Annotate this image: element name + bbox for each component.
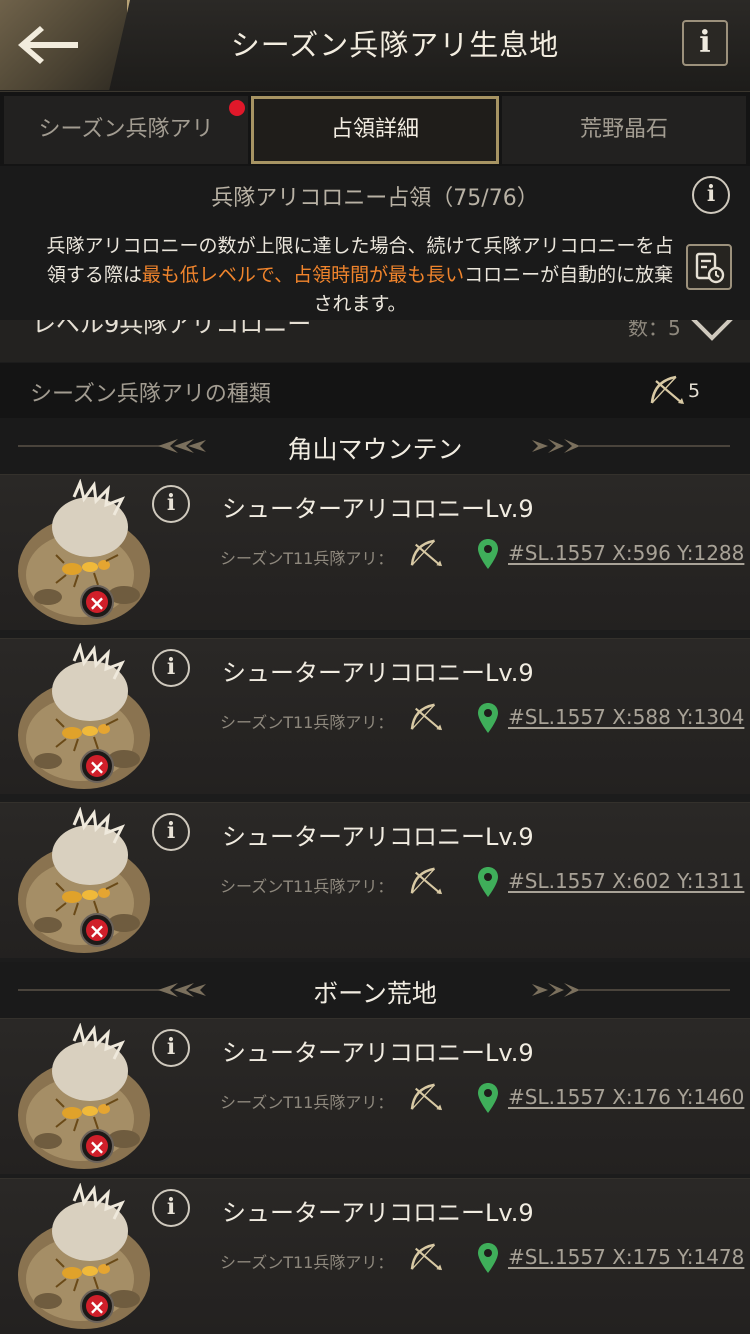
colony-coordinates-link[interactable]: #SL.1557 X:588 Y:1304 — [508, 705, 744, 729]
location-pin-icon — [478, 703, 498, 733]
location-pin-icon — [478, 1243, 498, 1273]
occupy-desc-highlight: 最も低レベルで、占領時間が最も長い — [141, 264, 465, 286]
bow-icon — [410, 1083, 443, 1111]
tab-bar: シーズン兵隊アリ 占領詳細 荒野晶石 — [0, 92, 750, 166]
back-arrow-icon — [18, 26, 78, 64]
colony-ant-type: シーズンT11兵隊アリ： — [220, 549, 394, 568]
colony-name: シューターアリコロニーLv.9 — [222, 1199, 534, 1227]
colony-ant-type: シーズンT11兵隊アリ： — [220, 877, 394, 896]
chevron-down-icon — [691, 320, 733, 341]
remove-label: × — [88, 919, 106, 943]
colony-coordinates-link[interactable]: #SL.1557 X:175 Y:1478 — [508, 1245, 744, 1269]
remove-colony-button[interactable]: × — [80, 913, 114, 947]
colony-info-button[interactable]: i — [152, 649, 190, 687]
page-title: シーズン兵隊アリ生息地 — [230, 28, 560, 62]
remove-colony-button[interactable]: × — [80, 1289, 114, 1323]
colony-name: シューターアリコロニーLv.9 — [222, 495, 534, 523]
colony-info-button[interactable]: i — [152, 1029, 190, 1067]
location-pin-icon — [478, 1083, 498, 1113]
tab-wild-crystal[interactable]: 荒野晶石 — [502, 96, 746, 164]
ant-types-label: シーズン兵隊アリの種類 — [30, 382, 271, 407]
colony-ant-type: シーズンT11兵隊アリ： — [220, 1253, 394, 1272]
level-group-label: レベル9兵隊アリコロニー — [32, 320, 312, 338]
bow-icon — [410, 703, 443, 731]
colony-name: シューターアリコロニーLv.9 — [222, 659, 534, 687]
remove-label: × — [88, 755, 106, 779]
colony-card[interactable]: × i シューターアリコロニーLv.9 シーズンT11兵隊アリ： #SL.155… — [0, 474, 750, 630]
ornament-right-icon — [532, 983, 730, 997]
tab-season-ants[interactable]: シーズン兵隊アリ — [4, 96, 248, 164]
occupy-description: 兵隊アリコロニーの数が上限に達した場合、続けて兵隊アリコロニーを占領する際は最も… — [40, 232, 680, 319]
colony-ant-type: シーズンT11兵隊アリ： — [220, 713, 394, 732]
bow-icon — [410, 539, 443, 567]
top-bar: シーズン兵隊アリ生息地 i — [0, 0, 750, 92]
section-header: ボーン荒地 — [0, 962, 750, 1018]
remove-label: × — [88, 591, 106, 615]
occupy-title: 兵隊アリコロニー占領（75/76） — [211, 186, 539, 211]
notification-dot — [229, 100, 245, 116]
back-button[interactable] — [0, 0, 130, 90]
bow-icon — [410, 867, 443, 895]
colony-coordinates-link[interactable]: #SL.1557 X:596 Y:1288 — [508, 541, 744, 565]
colony-coordinates-link[interactable]: #SL.1557 X:176 Y:1460 — [508, 1085, 744, 1109]
ornament-right-icon — [532, 439, 730, 453]
colony-card[interactable]: × i シューターアリコロニーLv.9 シーズンT11兵隊アリ： #SL.155… — [0, 638, 750, 794]
location-pin-icon — [478, 539, 498, 569]
tab-occupy-details[interactable]: 占領詳細 — [251, 96, 499, 164]
colony-info-button[interactable]: i — [152, 485, 190, 523]
colony-name: シューターアリコロニーLv.9 — [222, 1039, 534, 1067]
remove-colony-button[interactable]: × — [80, 1129, 114, 1163]
ant-types-count: 5 — [688, 380, 701, 402]
occupy-panel: 兵隊アリコロニー占領（75/76） i 兵隊アリコロニーの数が上限に達した場合、… — [0, 166, 750, 320]
occupy-info-button[interactable]: i — [692, 176, 730, 214]
colony-coordinates-link[interactable]: #SL.1557 X:602 Y:1311 — [508, 869, 744, 893]
info-button[interactable]: i — [682, 20, 728, 66]
ant-types-row: シーズン兵隊アリの種類 5 — [0, 363, 750, 418]
location-pin-icon — [478, 867, 498, 897]
colony-name: シューターアリコロニーLv.9 — [222, 823, 534, 851]
section-header: 角山マウンテン — [0, 418, 750, 474]
bow-icon — [410, 1243, 443, 1271]
colony-card[interactable]: × i シューターアリコロニーLv.9 シーズンT11兵隊アリ： #SL.155… — [0, 1018, 750, 1174]
history-log-icon — [695, 252, 725, 284]
remove-label: × — [88, 1135, 106, 1159]
colony-card[interactable]: × i シューターアリコロニーLv.9 シーズンT11兵隊アリ： #SL.155… — [0, 1178, 750, 1334]
colony-card[interactable]: × i シューターアリコロニーLv.9 シーズンT11兵隊アリ： #SL.155… — [0, 802, 750, 958]
level-group-count: 数：5 — [628, 320, 681, 340]
colony-info-button[interactable]: i — [152, 1189, 190, 1227]
level-group-row[interactable]: レベル9兵隊アリコロニー 数：5 — [0, 320, 750, 362]
remove-colony-button[interactable]: × — [80, 749, 114, 783]
colony-info-button[interactable]: i — [152, 813, 190, 851]
remove-colony-button[interactable]: × — [80, 585, 114, 619]
colony-ant-type: シーズンT11兵隊アリ： — [220, 1093, 394, 1112]
log-button[interactable] — [686, 244, 732, 290]
remove-label: × — [88, 1295, 106, 1319]
bow-icon — [650, 375, 684, 404]
